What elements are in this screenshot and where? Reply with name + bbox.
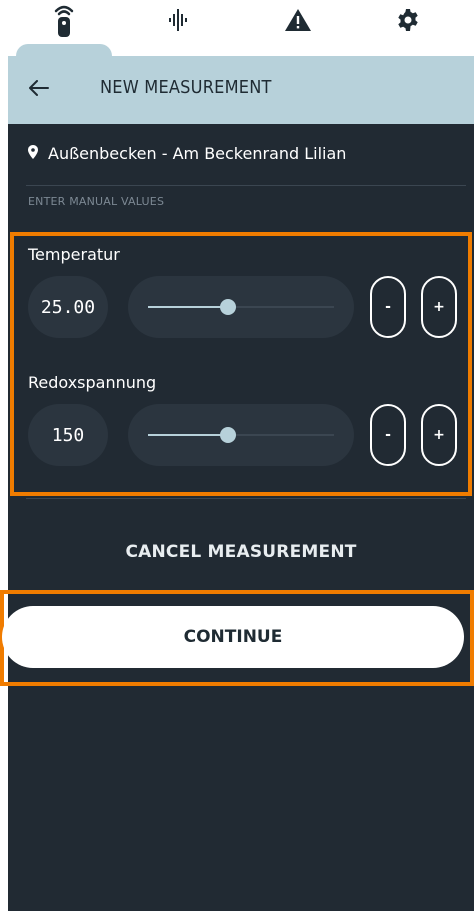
temperature-slider[interactable]	[128, 276, 354, 338]
tab-measurements[interactable]	[130, 0, 226, 44]
page-title: NEW MEASUREMENT	[100, 77, 272, 98]
redox-slider[interactable]	[128, 404, 354, 466]
gear-icon	[396, 8, 420, 36]
tab-remote[interactable]	[16, 0, 112, 44]
arrow-left-icon	[29, 80, 49, 100]
waveform-icon	[168, 9, 188, 35]
screen-header: NEW MEASUREMENT	[8, 56, 474, 124]
measurement-screen: NEW MEASUREMENT Außenbecken - Am Beckenr…	[0, 56, 474, 911]
divider	[26, 185, 466, 186]
redox-decrement-button[interactable]: -	[370, 404, 406, 466]
slider-track	[148, 299, 334, 315]
remote-icon	[53, 3, 75, 41]
back-button[interactable]	[24, 76, 54, 104]
app-root: NEW MEASUREMENT Außenbecken - Am Beckenr…	[0, 0, 474, 911]
slider-fill	[148, 434, 228, 436]
redox-label: Redoxspannung	[28, 373, 157, 392]
location-row: Außenbecken - Am Beckenrand Lilian	[28, 144, 346, 163]
temperature-decrement-button[interactable]: -	[370, 276, 406, 338]
tab-settings[interactable]	[360, 0, 456, 44]
slider-thumb[interactable]	[219, 427, 236, 443]
continue-button[interactable]: CONTINUE	[2, 606, 464, 668]
top-tab-bar	[0, 0, 474, 58]
divider	[26, 498, 466, 499]
temperature-value[interactable]: 25.00	[28, 276, 108, 338]
slider-fill	[148, 306, 228, 308]
location-text: Außenbecken - Am Beckenrand Lilian	[48, 144, 347, 163]
warning-icon	[284, 8, 312, 36]
cancel-measurement-button[interactable]: CANCEL MEASUREMENT	[8, 542, 474, 562]
temperature-increment-button[interactable]: +	[421, 276, 457, 338]
section-label: ENTER MANUAL VALUES	[28, 195, 165, 208]
slider-track	[148, 427, 334, 443]
temperature-label: Temperatur	[28, 245, 120, 264]
redox-value[interactable]: 150	[28, 404, 108, 466]
tab-alerts[interactable]	[250, 0, 346, 44]
location-pin-icon	[28, 144, 38, 163]
redox-increment-button[interactable]: +	[421, 404, 457, 466]
slider-thumb[interactable]	[219, 299, 236, 315]
